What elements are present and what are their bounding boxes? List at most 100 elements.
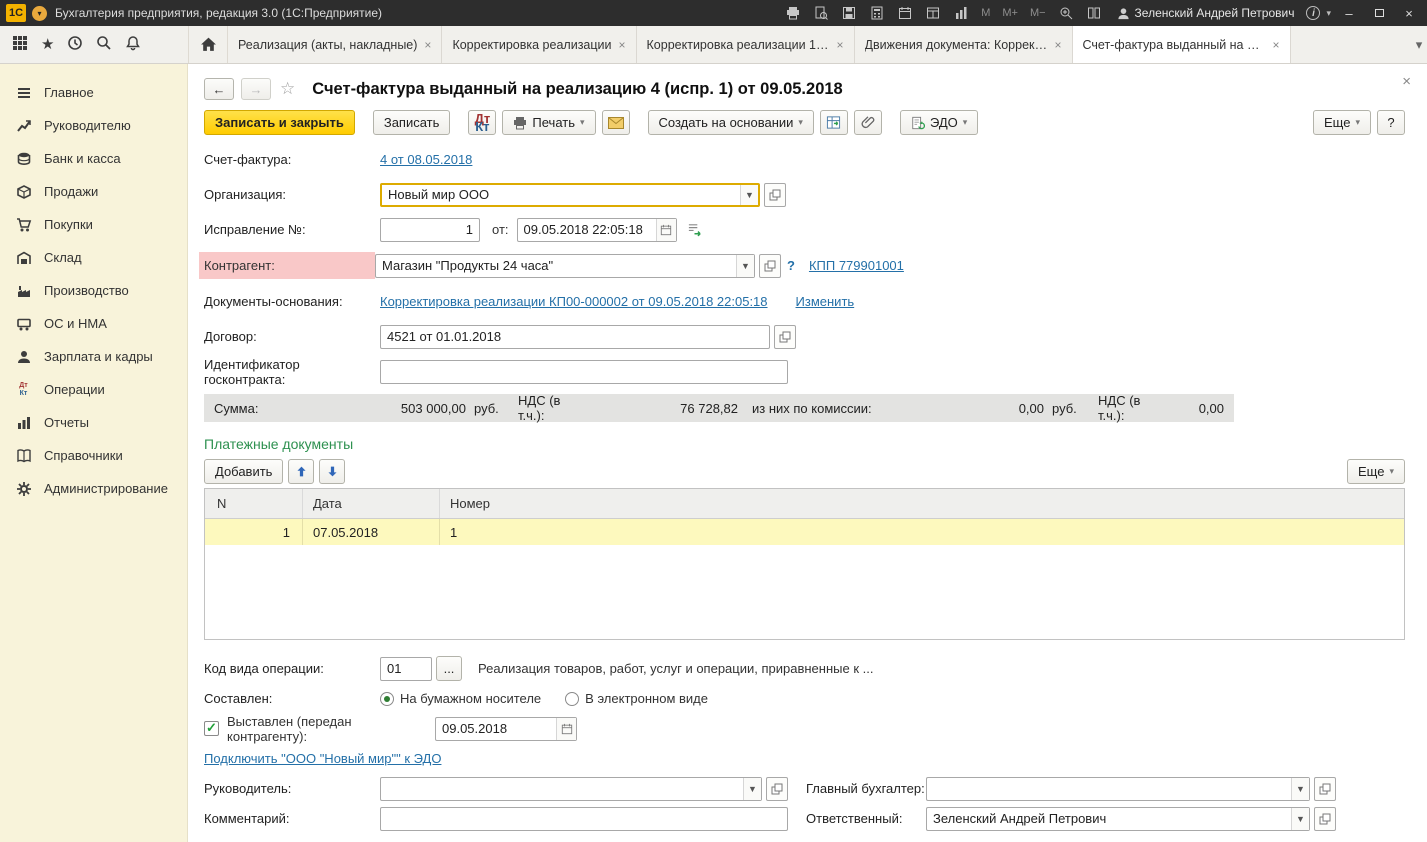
correction-date-input[interactable] xyxy=(517,218,656,241)
counterparty-input[interactable] xyxy=(376,254,736,277)
save-button[interactable]: Записать xyxy=(372,110,451,135)
issued-checkbox[interactable]: ✓ xyxy=(204,721,219,736)
table-board-icon[interactable] xyxy=(922,3,944,23)
tab-korrektirovka-realizatsii[interactable]: Корректировка реализации × xyxy=(442,26,637,63)
add-row-button[interactable]: Добавить xyxy=(204,458,284,484)
tab-overflow-button[interactable]: ▾ xyxy=(1411,26,1427,63)
column-header-n[interactable]: N xyxy=(205,489,303,518)
payments-more-button[interactable]: Еще ▾ xyxy=(1347,458,1405,484)
op-code-browse-button[interactable]: ... xyxy=(436,656,462,681)
memory-m-button[interactable]: M xyxy=(978,7,993,19)
sidebar-item-administrirovanie[interactable]: Администрирование xyxy=(0,472,187,505)
calculator-icon[interactable] xyxy=(866,3,888,23)
sidebar-item-operatsii[interactable]: Дт Кт Операции xyxy=(0,373,187,406)
more-button[interactable]: Еще ▾ xyxy=(1313,110,1371,135)
sidebar-item-bank-i-kassa[interactable]: Банк и касса xyxy=(0,142,187,175)
op-code-input[interactable] xyxy=(380,656,432,681)
print-button[interactable]: Печать ▾ xyxy=(502,110,596,135)
save-copy-icon[interactable] xyxy=(838,3,860,23)
favorite-star-icon[interactable]: ☆ xyxy=(280,79,295,99)
contract-field[interactable] xyxy=(380,324,770,349)
sidebar-item-sklad[interactable]: Склад xyxy=(0,241,187,274)
dropdown-arrow-icon[interactable]: ▼ xyxy=(1291,777,1309,800)
responsible-field[interactable]: ▼ xyxy=(926,806,1310,831)
dropdown-arrow-icon[interactable]: ▼ xyxy=(740,184,758,205)
close-tab-icon[interactable]: × xyxy=(837,38,844,52)
sidebar-item-os-i-nma[interactable]: ОС и НМА xyxy=(0,307,187,340)
print-preview-icon[interactable] xyxy=(810,3,832,23)
maximize-button[interactable] xyxy=(1367,3,1391,23)
chief-accountant-open-button[interactable] xyxy=(1314,776,1336,801)
issued-date-field[interactable] xyxy=(435,716,577,741)
back-button[interactable]: ← xyxy=(204,78,234,100)
close-tab-icon[interactable]: × xyxy=(619,38,626,52)
dt-kt-button[interactable]: Дт Кт xyxy=(468,110,497,135)
close-tab-icon[interactable]: × xyxy=(1273,38,1280,52)
sidebar-item-zarplata-i-kadry[interactable]: Зарплата и кадры xyxy=(0,340,187,373)
zoom-icon[interactable] xyxy=(1055,3,1077,23)
close-tab-icon[interactable]: × xyxy=(1055,38,1062,52)
functions-menu-icon[interactable] xyxy=(12,35,28,54)
table-row[interactable]: 1 07.05.2018 1 xyxy=(205,519,1404,545)
dropdown-arrow-icon[interactable]: ▼ xyxy=(743,777,761,800)
sidebar-item-proizvodstvo[interactable]: Производство xyxy=(0,274,187,307)
chart-board-icon[interactable] xyxy=(950,3,972,23)
panels-icon[interactable] xyxy=(1083,3,1105,23)
counterparty-open-button[interactable] xyxy=(759,253,781,278)
sidebar-item-spravochniki[interactable]: Справочники xyxy=(0,439,187,472)
calendar-picker-icon[interactable] xyxy=(556,717,576,740)
chief-accountant-field[interactable]: ▼ xyxy=(926,776,1310,801)
notifications-bell-icon[interactable] xyxy=(125,35,141,54)
manager-input[interactable] xyxy=(381,777,743,800)
sidebar-item-pokupki[interactable]: Покупки xyxy=(0,208,187,241)
column-header-number[interactable]: Номер xyxy=(440,489,1404,518)
home-button[interactable] xyxy=(188,26,228,63)
sidebar-item-prodazhi[interactable]: Продажи xyxy=(0,175,187,208)
contract-input[interactable] xyxy=(381,325,769,348)
organization-field[interactable]: ▼ xyxy=(380,182,760,207)
cell-n[interactable]: 1 xyxy=(205,519,303,545)
close-window-button[interactable]: × xyxy=(1397,3,1421,23)
counterparty-help-link[interactable]: ? xyxy=(787,258,795,273)
chevron-down-icon[interactable]: ▾ xyxy=(1326,8,1331,19)
tab-realizatsiya[interactable]: Реализация (акты, накладные) × xyxy=(228,26,443,63)
column-header-date[interactable]: Дата xyxy=(303,489,440,518)
search-icon[interactable] xyxy=(96,35,112,54)
correction-date-field[interactable] xyxy=(516,217,677,242)
cell-number[interactable]: 1 xyxy=(440,519,1404,545)
manager-open-button[interactable] xyxy=(766,776,788,801)
organization-input[interactable] xyxy=(382,184,740,205)
main-menu-button[interactable]: ▾ xyxy=(32,5,47,21)
favorites-star-icon[interactable]: ★ xyxy=(41,37,54,52)
edo-button[interactable]: ЭДО ▾ xyxy=(899,110,979,135)
correction-number-input[interactable] xyxy=(380,217,480,242)
invoice-link[interactable]: 4 от 08.05.2018 xyxy=(380,152,472,167)
edo-connect-link[interactable]: Подключить "ООО "Новый мир"" к ЭДО xyxy=(204,751,441,766)
close-form-button[interactable]: × xyxy=(1402,73,1411,90)
sidebar-item-glavnoe[interactable]: Главное xyxy=(0,76,187,109)
save-and-close-button[interactable]: Записать и закрыть xyxy=(204,110,355,135)
sidebar-item-otchety[interactable]: Отчеты xyxy=(0,406,187,439)
attachments-button[interactable] xyxy=(853,110,882,135)
history-icon[interactable] xyxy=(67,35,83,54)
minimize-button[interactable]: – xyxy=(1337,3,1361,23)
payments-table[interactable]: N Дата Номер 1 07.05.2018 1 xyxy=(204,488,1405,640)
document-structure-button[interactable] xyxy=(819,110,848,135)
dropdown-arrow-icon[interactable]: ▼ xyxy=(736,254,754,277)
basis-change-link[interactable]: Изменить xyxy=(796,294,855,309)
current-user[interactable]: Зеленский Андрей Петрович xyxy=(1117,6,1294,20)
responsible-open-button[interactable] xyxy=(1314,806,1336,831)
memory-mplus-button[interactable]: M+ xyxy=(999,7,1021,19)
comment-input[interactable] xyxy=(380,806,788,831)
help-button[interactable]: ? xyxy=(1377,110,1405,135)
memory-mminus-button[interactable]: M− xyxy=(1027,7,1049,19)
dropdown-arrow-icon[interactable]: ▼ xyxy=(1291,807,1309,830)
contract-open-button[interactable] xyxy=(774,324,796,349)
open-original-invoice-button[interactable] xyxy=(683,218,707,242)
move-down-button[interactable] xyxy=(319,458,346,484)
move-up-button[interactable] xyxy=(288,458,315,484)
responsible-input[interactable] xyxy=(927,807,1291,830)
cell-date[interactable]: 07.05.2018 xyxy=(303,519,440,545)
close-tab-icon[interactable]: × xyxy=(424,38,431,52)
gov-contract-input[interactable] xyxy=(380,359,788,384)
